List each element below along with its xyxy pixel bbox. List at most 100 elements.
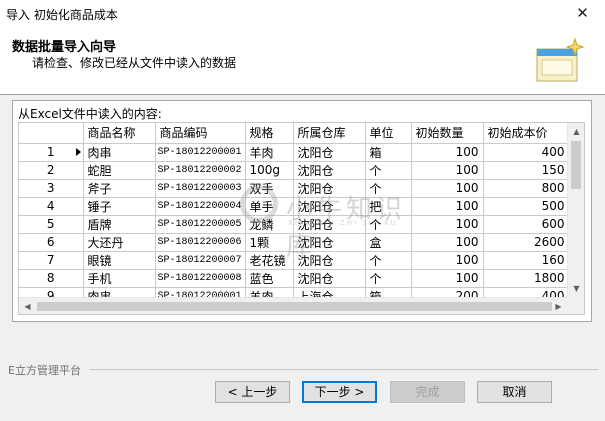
horizontal-scroll-thumb[interactable] — [37, 302, 552, 311]
table-cell[interactable]: 1800 — [483, 269, 570, 288]
table-cell[interactable]: 盾牌 — [83, 215, 156, 234]
table-cell[interactable]: 个 — [365, 251, 412, 270]
table-cell[interactable]: 个 — [365, 215, 412, 234]
table-cell[interactable]: 1颗 — [245, 233, 294, 252]
table-cell[interactable]: 锤子 — [83, 197, 156, 216]
table-cell[interactable]: 羊肉 — [245, 143, 294, 162]
table-cell[interactable]: 沈阳仓 — [293, 197, 366, 216]
next-button[interactable]: 下一步 > — [302, 381, 377, 403]
horizontal-scrollbar[interactable]: ◀ ▶ — [19, 297, 584, 314]
row-number[interactable]: 7 — [19, 251, 84, 270]
table-row[interactable]: 5 盾牌 SP-18012200005 龙鳞 沈阳仓个 100 600 — [19, 215, 570, 234]
table-cell[interactable]: 400 — [483, 143, 570, 162]
close-icon[interactable]: ✕ — [560, 0, 605, 27]
column-header[interactable]: 初始成本价 — [483, 123, 570, 144]
column-header[interactable]: 初始数量 — [411, 123, 484, 144]
window-title: 导入 初始化商品成本 — [6, 8, 118, 22]
table-row[interactable]: 4 锤子 SP-18012200004 单手 沈阳仓把 100 500 — [19, 197, 570, 216]
table-cell[interactable]: 100 — [411, 197, 484, 216]
table-cell[interactable]: SP-18012200005 — [155, 215, 246, 234]
table-cell[interactable]: 100g — [245, 161, 294, 180]
table-cell[interactable]: 160 — [483, 251, 570, 270]
table-cell[interactable]: 双手 — [245, 179, 294, 198]
row-number[interactable]: 1 — [19, 143, 84, 162]
table-cell[interactable]: 100 — [411, 269, 484, 288]
table-cell[interactable]: 沈阳仓 — [293, 179, 366, 198]
brand-label: E立方管理平台 — [8, 364, 81, 377]
scroll-right-icon[interactable]: ▶ — [550, 298, 567, 314]
row-number-label: 1 — [46, 145, 55, 159]
table-cell[interactable]: SP-18012200004 — [155, 197, 246, 216]
table-cell[interactable]: 100 — [411, 215, 484, 234]
finish-button: 完成 — [390, 381, 465, 403]
table-cell[interactable]: 2600 — [483, 233, 570, 252]
vertical-scrollbar[interactable]: ▲ ▼ — [567, 123, 584, 297]
table-cell[interactable]: 100 — [411, 251, 484, 270]
table-row[interactable]: 8 手机 SP-18012200008 蓝色 沈阳仓个 100 1800 — [19, 269, 570, 288]
table-cell[interactable]: 大还丹 — [83, 233, 156, 252]
table-row[interactable]: 7 眼镜 SP-18012200007 老花镜 沈阳仓个 100 160 — [19, 251, 570, 270]
row-number[interactable]: 4 — [19, 197, 84, 216]
table-cell[interactable]: 个 — [365, 161, 412, 180]
table-cell[interactable]: 盒 — [365, 233, 412, 252]
table-cell[interactable]: 把 — [365, 197, 412, 216]
table-cell[interactable]: SP-18012200006 — [155, 233, 246, 252]
table-cell[interactable]: 100 — [411, 161, 484, 180]
column-header[interactable]: 商品编码 — [155, 123, 246, 144]
table-cell[interactable]: 肉串 — [83, 143, 156, 162]
table-cell[interactable]: 沈阳仓 — [293, 233, 366, 252]
wizard-title: 数据批量导入向导 — [12, 40, 117, 55]
row-number[interactable]: 8 — [19, 269, 84, 288]
table-cell[interactable]: SP-18012200001 — [155, 143, 246, 162]
table-cell[interactable]: SP-18012200003 — [155, 179, 246, 198]
table-cell[interactable]: 蛇胆 — [83, 161, 156, 180]
table-cell[interactable]: 眼镜 — [83, 251, 156, 270]
row-number[interactable]: 5 — [19, 215, 84, 234]
table-cell[interactable]: 100 — [411, 233, 484, 252]
cancel-button[interactable]: 取消 — [477, 381, 552, 403]
current-row-arrow-icon — [75, 147, 81, 156]
footer-divider — [90, 369, 598, 370]
table-cell[interactable]: 800 — [483, 179, 570, 198]
table-cell[interactable]: 个 — [365, 179, 412, 198]
row-number[interactable]: 6 — [19, 233, 84, 252]
table-cell[interactable]: 600 — [483, 215, 570, 234]
table-cell[interactable]: 沈阳仓 — [293, 215, 366, 234]
table-row[interactable]: 6 大还丹 SP-18012200006 1颗 沈阳仓盒 100 2600 — [19, 233, 570, 252]
scroll-left-icon[interactable]: ◀ — [19, 298, 36, 314]
table-cell[interactable]: 斧子 — [83, 179, 156, 198]
table-cell[interactable]: 单手 — [245, 197, 294, 216]
table-cell[interactable]: 龙鳞 — [245, 215, 294, 234]
table-cell[interactable]: 手机 — [83, 269, 156, 288]
table-cell[interactable]: 500 — [483, 197, 570, 216]
prev-button[interactable]: < 上一步 — [215, 381, 290, 403]
table-cell[interactable]: SP-18012200002 — [155, 161, 246, 180]
data-grid[interactable]: 商品名称 商品编码 规格 所属仓库 单位 初始数量 初始成本价 1 肉串 SP-18012200… — [18, 122, 585, 315]
table-cell[interactable]: 蓝色 — [245, 269, 294, 288]
table-cell[interactable]: 150 — [483, 161, 570, 180]
table-row[interactable]: 3 斧子 SP-18012200003 双手 沈阳仓个 100 800 — [19, 179, 570, 198]
scroll-up-icon[interactable]: ▲ — [568, 123, 584, 140]
table-cell[interactable]: SP-18012200008 — [155, 269, 246, 288]
table-cell[interactable]: 个 — [365, 269, 412, 288]
table-cell[interactable]: SP-18012200007 — [155, 251, 246, 270]
table-cell[interactable]: 箱 — [365, 143, 412, 162]
vertical-scroll-thumb[interactable] — [571, 141, 581, 189]
column-header[interactable]: 商品名称 — [83, 123, 156, 144]
column-header[interactable]: 规格 — [245, 123, 294, 144]
table-cell[interactable]: 沈阳仓 — [293, 251, 366, 270]
column-header[interactable]: 单位 — [365, 123, 412, 144]
row-number[interactable]: 2 — [19, 161, 84, 180]
table-row[interactable]: 2 蛇胆 SP-18012200002 100g 沈阳仓个 100 150 — [19, 161, 570, 180]
table-cell[interactable]: 沈阳仓 — [293, 269, 366, 288]
scroll-down-icon[interactable]: ▼ — [568, 280, 584, 297]
wizard-window-icon — [536, 37, 585, 82]
table-cell[interactable]: 沈阳仓 — [293, 143, 366, 162]
table-cell[interactable]: 100 — [411, 179, 484, 198]
row-number[interactable]: 3 — [19, 179, 84, 198]
table-cell[interactable]: 100 — [411, 143, 484, 162]
column-header[interactable]: 所属仓库 — [293, 123, 366, 144]
table-row[interactable]: 1 肉串 SP-18012200001 羊肉 沈阳仓箱 100 400 — [19, 143, 570, 162]
table-cell[interactable]: 老花镜 — [245, 251, 294, 270]
table-cell[interactable]: 沈阳仓 — [293, 161, 366, 180]
